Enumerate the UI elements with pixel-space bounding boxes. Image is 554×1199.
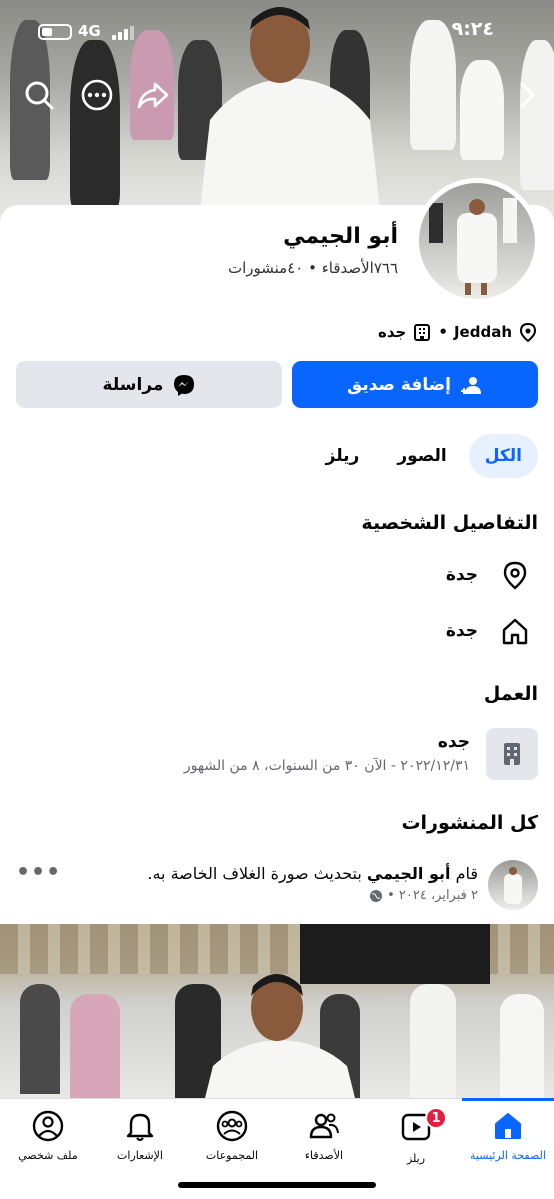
profile-avatar[interactable] bbox=[414, 178, 540, 304]
nav-notifications-label: الإشعارات bbox=[117, 1149, 163, 1162]
building-icon bbox=[414, 324, 431, 341]
tab-reels[interactable]: ريلز bbox=[310, 434, 376, 478]
message-button[interactable]: مراسلة bbox=[16, 361, 282, 408]
nav-friends[interactable]: الأصدقاء bbox=[278, 1109, 370, 1162]
post-text-body: بتحديث صورة الغلاف الخاصة به. bbox=[147, 864, 367, 883]
more-icon[interactable] bbox=[80, 78, 114, 112]
post-avatar-figure bbox=[504, 867, 522, 904]
post-cover-image[interactable] bbox=[0, 924, 554, 1098]
profile-tabs: الكل الصور ريلز bbox=[310, 434, 538, 478]
profile-icon bbox=[32, 1110, 64, 1142]
nav-home-label: الصفحة الرئيسية bbox=[470, 1149, 546, 1162]
search-icon[interactable] bbox=[22, 78, 56, 112]
nav-profile[interactable]: ملف شخصي bbox=[2, 1109, 94, 1162]
location-pin-icon bbox=[519, 322, 537, 342]
message-label: مراسلة bbox=[102, 374, 164, 395]
post-date: ٢ فبراير، ٢٠٢٤ • bbox=[387, 888, 478, 903]
network-label: 4G bbox=[78, 22, 101, 40]
add-friend-label: إضافة صديق bbox=[347, 374, 451, 395]
personal-details-title: التفاصيل الشخصية bbox=[361, 512, 538, 534]
avatar-person-figure bbox=[429, 198, 517, 295]
chevron-right-icon[interactable] bbox=[510, 78, 544, 112]
work-dates: ٢٠٢٢/١٢/٣١ - الآن ٣٠ من السنوات، ٨ من ال… bbox=[183, 758, 470, 774]
status-time: ٩:٢٤ bbox=[451, 18, 494, 40]
post-text-prefix: قام bbox=[450, 864, 478, 883]
friends-icon bbox=[309, 1113, 339, 1139]
active-tab-indicator bbox=[462, 1098, 554, 1101]
battery-icon bbox=[38, 24, 72, 40]
nav-profile-label: ملف شخصي bbox=[18, 1149, 78, 1162]
profile-name: أبو الجيمي bbox=[283, 224, 398, 249]
hometown-label: جدة bbox=[445, 621, 478, 641]
status-bar: 4G ٩:٢٤ bbox=[0, 0, 554, 60]
work-building-icon bbox=[486, 728, 538, 780]
current-city-row: جدة bbox=[446, 560, 530, 590]
hometown-row: جدة bbox=[446, 616, 530, 646]
post-author-name[interactable]: أبو الجيمي bbox=[367, 864, 451, 883]
location-row: جده • Jeddah bbox=[378, 322, 538, 342]
home-outline-icon bbox=[502, 618, 528, 645]
work-name[interactable]: جده bbox=[438, 732, 470, 752]
nav-reels-label: ريلز bbox=[406, 1152, 426, 1165]
share-icon[interactable] bbox=[136, 78, 170, 112]
add-friend-icon bbox=[460, 376, 481, 394]
all-posts-title: كل المنشورات bbox=[401, 812, 538, 834]
nav-reels[interactable]: 1 ريلز bbox=[370, 1107, 462, 1165]
home-icon bbox=[495, 1113, 521, 1139]
home-indicator bbox=[178, 1182, 376, 1188]
tab-photos[interactable]: الصور bbox=[381, 434, 462, 478]
nav-home[interactable]: الصفحة الرئيسية bbox=[462, 1109, 554, 1162]
bell-icon bbox=[126, 1113, 154, 1142]
nav-notifications[interactable]: الإشعارات bbox=[94, 1109, 186, 1162]
city-label: Jeddah bbox=[453, 323, 512, 341]
add-friend-button[interactable]: إضافة صديق bbox=[292, 361, 538, 408]
post-meta: ٢ فبراير، ٢٠٢٤ • bbox=[369, 888, 478, 903]
post-more-icon[interactable]: ••• bbox=[16, 860, 61, 885]
groups-icon bbox=[216, 1110, 248, 1142]
messenger-icon bbox=[174, 374, 195, 396]
nav-groups-label: المجموعات bbox=[205, 1149, 259, 1162]
work-title: العمل bbox=[483, 683, 538, 705]
post-text: قام أبو الجيمي بتحديث صورة الغلاف الخاصة… bbox=[147, 864, 478, 883]
location-pin-icon bbox=[503, 561, 527, 590]
globe-icon bbox=[370, 889, 383, 902]
signal-icon bbox=[112, 24, 138, 40]
current-city-label: جدة bbox=[445, 565, 478, 585]
post-person-figure bbox=[205, 974, 355, 1098]
nav-groups[interactable]: المجموعات bbox=[186, 1109, 278, 1162]
profile-stats[interactable]: ٧٦٦الأصدقاء • ٤٠منشورات bbox=[228, 259, 398, 277]
nav-friends-label: الأصدقاء bbox=[304, 1149, 344, 1162]
reels-badge: 1 bbox=[425, 1107, 447, 1129]
tab-all[interactable]: الكل bbox=[468, 434, 538, 478]
post-author-avatar[interactable] bbox=[488, 860, 538, 910]
work-location-label: جده bbox=[378, 323, 407, 341]
